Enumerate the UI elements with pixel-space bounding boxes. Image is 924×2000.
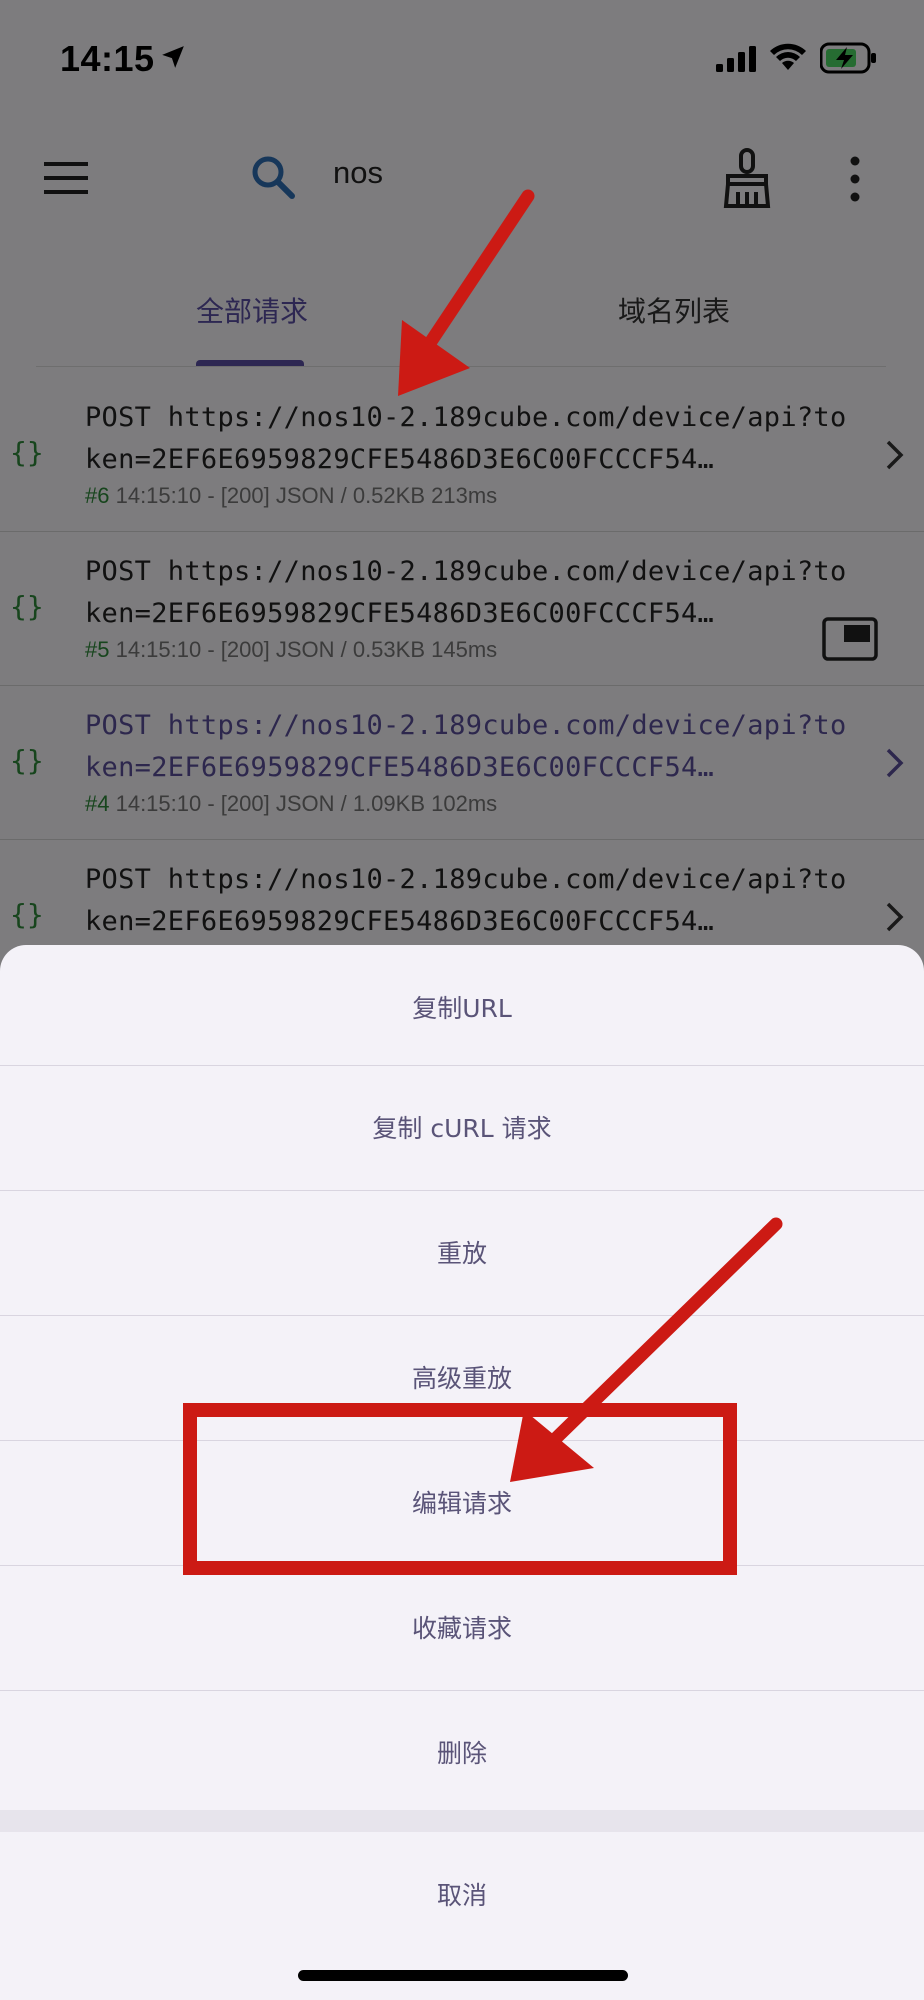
home-indicator bbox=[298, 1970, 628, 1981]
action-advanced-replay[interactable]: 高级重放 bbox=[0, 1315, 924, 1439]
action-favorite-request[interactable]: 收藏请求 bbox=[0, 1565, 924, 1689]
action-edit-request[interactable]: 编辑请求 bbox=[0, 1440, 924, 1564]
app-screen: 14:15 nos bbox=[0, 0, 924, 2000]
action-cancel[interactable]: 取消 bbox=[0, 1832, 924, 1956]
action-copy-url[interactable]: 复制URL bbox=[0, 945, 924, 1069]
action-copy-curl[interactable]: 复制 cURL 请求 bbox=[0, 1065, 924, 1189]
action-delete[interactable]: 删除 bbox=[0, 1690, 924, 1814]
sheet-gap bbox=[0, 1810, 924, 1832]
action-replay[interactable]: 重放 bbox=[0, 1190, 924, 1314]
action-sheet: 复制URL 复制 cURL 请求 重放 高级重放 编辑请求 收藏请求 删除 取消 bbox=[0, 945, 924, 2000]
